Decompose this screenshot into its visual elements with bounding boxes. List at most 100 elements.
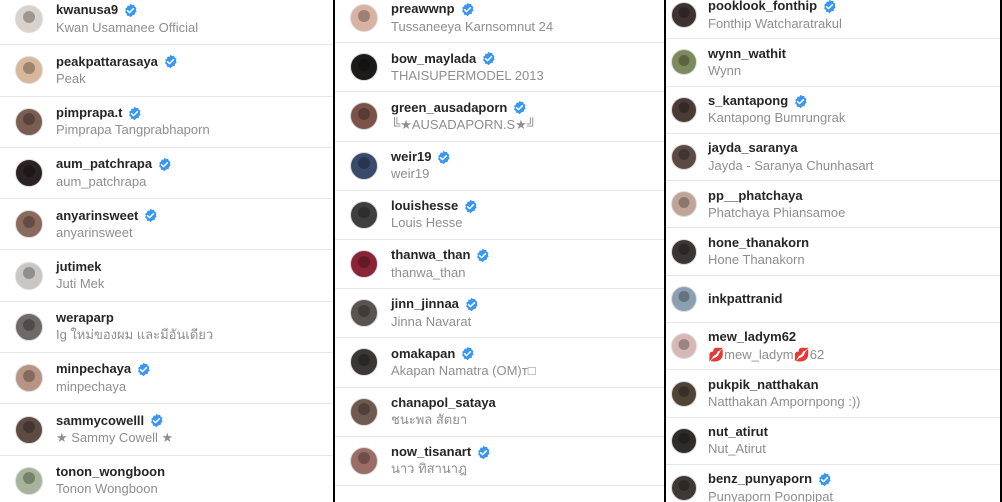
account-row[interactable]: pimprapa.t Pimprapa Tangprabhaporn bbox=[0, 97, 333, 148]
account-row[interactable]: jinn_jinnaa Jinna Navarat bbox=[335, 289, 664, 339]
username-link[interactable]: louishesse bbox=[391, 198, 458, 214]
username-link[interactable]: benz_punyaporn bbox=[708, 471, 812, 487]
verified-badge-icon bbox=[464, 297, 479, 312]
avatar[interactable] bbox=[15, 56, 43, 85]
avatar[interactable] bbox=[350, 151, 378, 180]
account-row[interactable]: nut_atirut Nut_Atirut bbox=[666, 418, 1000, 465]
username-link[interactable]: thanwa_than bbox=[391, 247, 470, 263]
account-row[interactable]: omakapan Akapan Namatra (OM)т□ bbox=[335, 338, 664, 388]
account-row[interactable]: now_tisanart นาว ทิสานาฎ bbox=[335, 437, 664, 486]
avatar[interactable] bbox=[671, 285, 697, 312]
avatar[interactable] bbox=[671, 238, 697, 265]
username-link[interactable]: pooklook_fonthip bbox=[708, 0, 817, 15]
avatar[interactable] bbox=[350, 397, 378, 426]
username-link[interactable]: minpechaya bbox=[56, 361, 131, 377]
avatar[interactable] bbox=[350, 53, 378, 82]
account-row[interactable]: thanwa_than thanwa_than bbox=[335, 240, 664, 290]
account-row[interactable]: pooklook_fonthip Fonthip Watcharatrakul bbox=[666, 0, 1000, 40]
username-link[interactable]: peakpattarasaya bbox=[56, 54, 158, 70]
avatar[interactable] bbox=[350, 250, 378, 279]
account-list: kwanusa9 Kwan Usamanee Official peakpattar… bbox=[0, 0, 333, 502]
avatar[interactable] bbox=[15, 159, 43, 188]
avatar[interactable] bbox=[671, 475, 697, 502]
avatar[interactable] bbox=[671, 380, 697, 407]
account-row[interactable]: jutimek Juti Mek bbox=[0, 250, 333, 302]
username-link[interactable]: pp__phatchaya bbox=[708, 188, 803, 204]
username-link[interactable]: omakapan bbox=[391, 346, 455, 362]
avatar[interactable] bbox=[15, 107, 43, 136]
username-link[interactable]: jayda_saranya bbox=[708, 140, 798, 156]
avatar[interactable] bbox=[671, 2, 697, 29]
account-row[interactable]: preawwnp Tussaneeya Karnsomnut 24 bbox=[335, 0, 664, 44]
avatar[interactable] bbox=[350, 348, 378, 377]
account-row[interactable]: benz_punyaporn Punyaporn Poonpipat bbox=[666, 465, 1000, 502]
account-row[interactable]: minpechaya minpechaya bbox=[0, 353, 333, 405]
account-row[interactable]: wynn_wathit Wynn bbox=[666, 39, 1000, 87]
account-row[interactable]: mew_ladym62 💋mew_ladym💋62 bbox=[666, 323, 1000, 371]
account-row[interactable]: bow_maylada THAISUPERMODEL 2013 bbox=[335, 43, 664, 93]
avatar[interactable] bbox=[350, 4, 378, 33]
avatar[interactable] bbox=[671, 427, 697, 454]
username-link[interactable]: nut_atirut bbox=[708, 424, 768, 440]
account-text: louishesse Louis Hesse bbox=[391, 198, 478, 232]
avatar[interactable] bbox=[350, 200, 378, 229]
username-link[interactable]: anyarinsweet bbox=[56, 208, 138, 224]
account-row[interactable]: kwanusa9 Kwan Usamanee Official bbox=[0, 0, 333, 46]
account-row[interactable]: s_kantapong Kantapong Bumrungrak bbox=[666, 87, 1000, 134]
username-link[interactable]: jinn_jinnaa bbox=[391, 296, 459, 312]
avatar[interactable] bbox=[15, 210, 43, 239]
account-row[interactable]: tonon_wongboon Tonon Wongboon bbox=[0, 456, 333, 502]
avatar[interactable] bbox=[15, 415, 43, 444]
username-link[interactable]: weraparp bbox=[56, 310, 114, 326]
username-link[interactable]: kwanusa9 bbox=[56, 2, 118, 18]
avatar[interactable] bbox=[671, 96, 697, 123]
username-link[interactable]: wynn_wathit bbox=[708, 46, 786, 62]
full-name: aum_patchrapa bbox=[56, 173, 147, 189]
username-line: aum_patchrapa bbox=[56, 156, 172, 172]
avatar[interactable] bbox=[350, 446, 378, 475]
username-link[interactable]: tonon_wongboon bbox=[56, 464, 165, 480]
avatar[interactable] bbox=[15, 261, 43, 290]
avatar[interactable] bbox=[15, 312, 43, 341]
account-row[interactable]: green_ausadaporn ╚★AUSADAPORN.S★╝ bbox=[335, 92, 664, 142]
account-row[interactable]: weir19 weir19 bbox=[335, 142, 664, 191]
username-link[interactable]: jutimek bbox=[56, 259, 102, 275]
username-link[interactable]: pukpik_natthakan bbox=[708, 377, 819, 393]
username-link[interactable]: chanapol_sataya bbox=[391, 395, 496, 411]
account-row[interactable]: anyarinsweet anyarinsweet bbox=[0, 199, 333, 251]
username-link[interactable]: sammycowelll bbox=[56, 413, 144, 429]
account-row[interactable]: louishesse Louis Hesse bbox=[335, 191, 664, 240]
account-row[interactable]: aum_patchrapa aum_patchrapa bbox=[0, 148, 333, 200]
username-link[interactable]: preawwnp bbox=[391, 1, 455, 17]
avatar[interactable] bbox=[15, 5, 43, 34]
account-row[interactable]: hone_thanakorn Hone Thanakorn bbox=[666, 228, 1000, 276]
avatar[interactable] bbox=[350, 299, 378, 328]
username-link[interactable]: mew_ladym62 bbox=[708, 329, 796, 345]
avatar[interactable] bbox=[15, 466, 43, 495]
username-link[interactable]: inkpattranid bbox=[708, 291, 782, 307]
username-link[interactable]: now_tisanart bbox=[391, 444, 471, 460]
account-row[interactable]: weraparp Ig ใหม่ของผม และมีอันเดียว bbox=[0, 302, 333, 354]
account-row[interactable]: sammycowelll ★ Sammy Cowell ★ bbox=[0, 404, 333, 456]
username-link[interactable]: pimprapa.t bbox=[56, 105, 122, 121]
account-row[interactable]: pp__phatchaya Phatchaya Phiansamoe bbox=[666, 181, 1000, 229]
username-link[interactable]: weir19 bbox=[391, 149, 431, 165]
username-link[interactable]: green_ausadaporn bbox=[391, 100, 507, 116]
avatar[interactable] bbox=[15, 364, 43, 393]
username-link[interactable]: s_kantapong bbox=[708, 93, 788, 109]
account-row[interactable]: jayda_saranya Jayda - Saranya Chunhasart bbox=[666, 134, 1000, 182]
account-row[interactable]: peakpattarasaya Peak bbox=[0, 45, 333, 97]
username-link[interactable]: hone_thanakorn bbox=[708, 235, 809, 251]
account-row[interactable]: chanapol_sataya ชนะพล สัตยา bbox=[335, 388, 664, 437]
avatar[interactable] bbox=[671, 144, 697, 171]
avatar[interactable] bbox=[350, 102, 378, 131]
avatar[interactable] bbox=[671, 191, 697, 218]
avatar[interactable] bbox=[671, 333, 697, 360]
avatar[interactable] bbox=[671, 49, 697, 76]
username-link[interactable]: bow_maylada bbox=[391, 51, 476, 67]
username-line: hone_thanakorn bbox=[708, 235, 809, 251]
account-row[interactable]: pukpik_natthakan Natthakan Ampornpong :)) bbox=[666, 370, 1000, 418]
account-row[interactable]: inkpattranid bbox=[666, 276, 1000, 324]
account-text: s_kantapong Kantapong Bumrungrak bbox=[708, 93, 845, 127]
username-link[interactable]: aum_patchrapa bbox=[56, 156, 152, 172]
